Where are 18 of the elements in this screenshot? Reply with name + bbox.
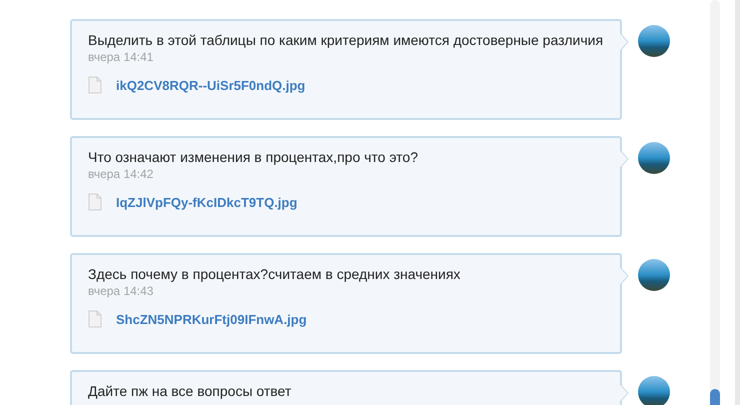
file-link[interactable]: ikQ2CV8RQR--UiSr5F0ndQ.jpg <box>116 78 306 92</box>
file-icon <box>88 193 102 211</box>
avatar-photo-placeholder <box>638 25 670 57</box>
message-time: вчера 14:42 <box>88 167 154 181</box>
file-link[interactable]: IqZJlVpFQy-fKcIDkcT9TQ.jpg <box>116 194 298 210</box>
scrollbar-thumb[interactable] <box>710 389 720 405</box>
message-text: Выделить в этой таблицы по каким критериям имеются достоверные различия <box>88 31 604 49</box>
file-link[interactable]: ShcZN5NPRKurFtj09IFnwA.jpg <box>116 312 307 326</box>
message-time: вчера 14:43 <box>88 284 154 298</box>
file-icon <box>88 76 102 94</box>
avatar-photo-placeholder <box>638 259 670 291</box>
message-text: Что означают изменения в процентах,про что это? <box>88 148 420 166</box>
message-text: Дайте пж на все вопросы ответ <box>88 382 292 400</box>
message-time: вчера 14:41 <box>88 50 154 64</box>
avatar-photo-placeholder <box>638 142 670 174</box>
message-text: Здесь почему в процентах?считаем в средних значениях <box>88 265 462 283</box>
file-icon <box>88 310 102 328</box>
avatar-photo-placeholder <box>638 376 670 405</box>
